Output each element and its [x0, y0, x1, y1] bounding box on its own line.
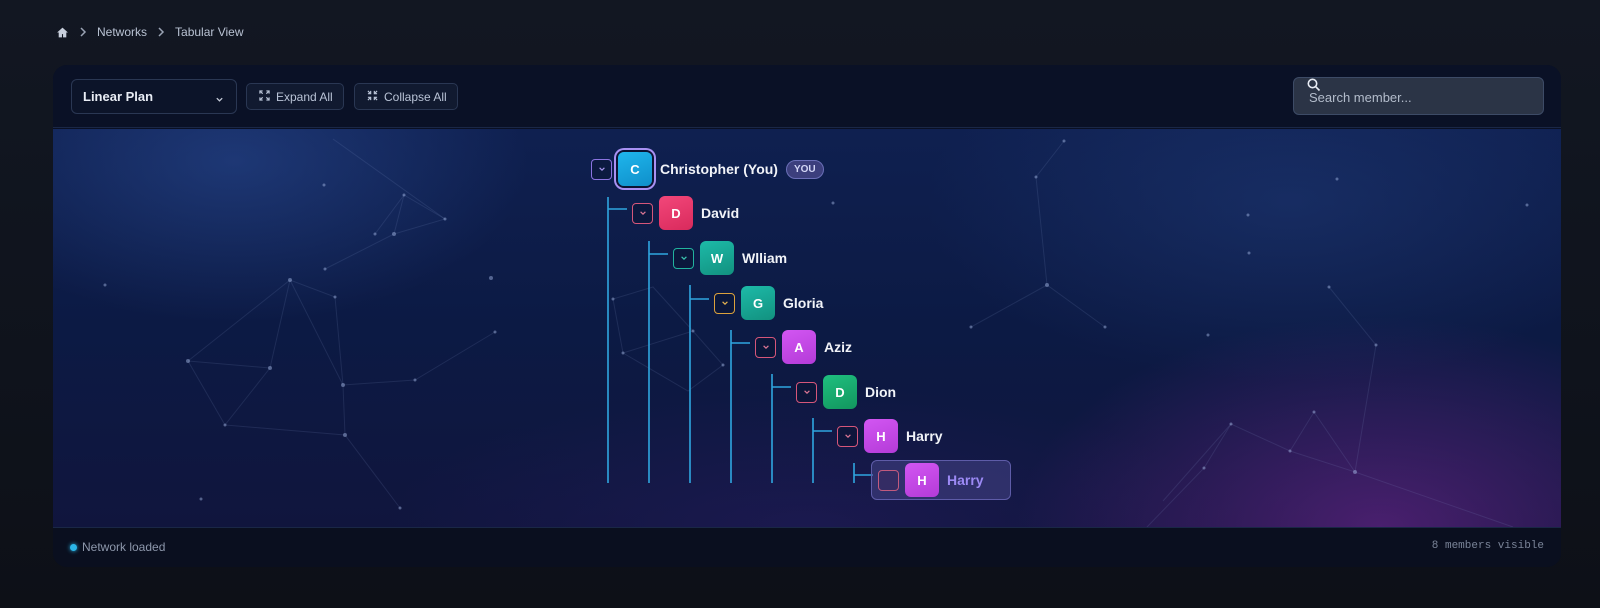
network-panel: Linear Plan Expand All Collapse All Sear… — [53, 65, 1561, 567]
toolbar: Linear Plan Expand All Collapse All — [53, 65, 1561, 128]
collapse-icon — [367, 89, 378, 104]
search-icon — [1307, 78, 1321, 97]
collapse-all-label: Collapse All — [384, 89, 447, 104]
collapse-toggle[interactable] — [837, 425, 858, 447]
you-badge: YOU — [785, 159, 824, 179]
member-count: 8 members visible — [1431, 540, 1544, 552]
avatar: G — [741, 286, 775, 320]
collapse-toggle[interactable] — [755, 336, 776, 358]
collapse-toggle[interactable] — [632, 202, 653, 224]
breadcrumb-networks[interactable]: Networks — [97, 25, 147, 39]
tree-node-selected[interactable]: H Harry — [871, 460, 1011, 500]
member-name: Wlliam — [742, 250, 788, 266]
avatar: W — [700, 241, 734, 275]
expand-icon — [259, 89, 270, 104]
search-box — [1293, 77, 1544, 115]
home-icon[interactable] — [56, 26, 69, 39]
member-name: Christopher (You) — [660, 161, 778, 177]
tree-node[interactable]: H Harry — [837, 416, 943, 456]
chevron-right-icon — [79, 27, 87, 37]
avatar: D — [659, 196, 693, 230]
tree-node[interactable]: D David — [632, 193, 739, 233]
tree-node[interactable]: D Dion — [796, 372, 896, 412]
collapse-toggle[interactable] — [878, 469, 899, 491]
status-dot-icon — [70, 543, 77, 551]
tree-node[interactable]: W Wlliam — [673, 238, 787, 278]
chevron-down-icon — [215, 92, 224, 107]
member-name: Gloria — [783, 295, 824, 311]
collapse-toggle[interactable] — [673, 247, 694, 269]
avatar: H — [864, 419, 898, 453]
collapse-toggle[interactable] — [591, 158, 612, 180]
network-canvas: C Christopher (You) YOU D David W Wlliam… — [53, 129, 1561, 527]
breadcrumb: Networks Tabular View — [56, 24, 244, 40]
tree-node[interactable]: G Gloria — [714, 283, 823, 323]
member-name: Harry — [947, 472, 984, 488]
expand-all-label: Expand All — [276, 89, 333, 104]
plan-select[interactable]: Linear Plan — [71, 79, 237, 114]
status-text: Network loaded — [82, 540, 166, 554]
status-indicator: Network loaded — [70, 540, 165, 554]
member-name: Dion — [865, 384, 897, 400]
collapse-all-button[interactable]: Collapse All — [354, 83, 458, 110]
tree-node[interactable]: C Christopher (You) YOU — [591, 149, 824, 189]
tree-node[interactable]: A Aziz — [755, 327, 852, 367]
avatar: A — [782, 330, 816, 364]
member-name: David — [701, 205, 740, 221]
breadcrumb-current: Tabular View — [175, 25, 244, 39]
collapse-toggle[interactable] — [714, 292, 735, 314]
avatar: C — [618, 152, 652, 186]
member-name: Aziz — [824, 339, 852, 355]
chevron-right-icon — [157, 27, 165, 37]
expand-all-button[interactable]: Expand All — [246, 83, 344, 110]
plan-select-value: Linear Plan — [83, 89, 154, 104]
collapse-toggle[interactable] — [796, 381, 817, 403]
avatar: H — [905, 463, 939, 497]
member-name: Harry — [906, 428, 943, 444]
search-input[interactable] — [1294, 78, 1543, 114]
avatar: D — [823, 375, 857, 409]
status-bar: Network loaded 8 members visible — [53, 527, 1561, 567]
